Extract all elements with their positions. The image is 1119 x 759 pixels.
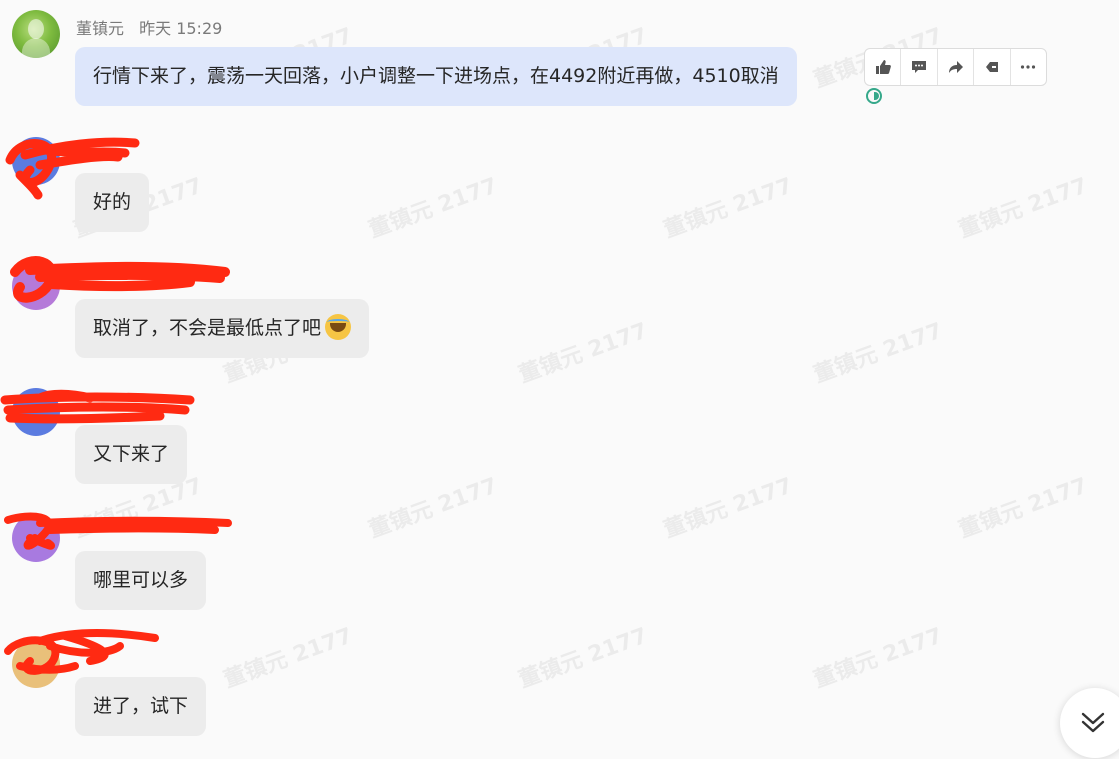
read-status-icon[interactable] (866, 88, 882, 104)
avatar[interactable] (12, 514, 60, 562)
watermark: 董镇元 2177 (515, 318, 651, 389)
watermark: 董镇元 2177 (660, 473, 796, 544)
message-action-bar (864, 48, 1047, 86)
watermark: 董镇元 2177 (515, 623, 651, 694)
message-bubble[interactable]: 取消了，不会是最低点了吧 (75, 299, 370, 358)
thumbs-up-icon[interactable] (865, 49, 902, 85)
double-chevron-down-icon (1081, 712, 1105, 733)
pin-icon[interactable] (974, 49, 1011, 85)
watermark: 董镇元 2177 (810, 623, 946, 694)
message-meta: 董镇元 昨天 15:29 (76, 15, 232, 39)
watermark: 董镇元 2177 (365, 173, 501, 244)
watermark: 董镇元 2177 (955, 473, 1091, 544)
watermark: 董镇元 2177 (810, 318, 946, 389)
scroll-to-bottom-button[interactable] (1060, 688, 1119, 758)
message-bubble[interactable]: 又下来了 (75, 425, 188, 484)
crying-laughing-emoji-icon (325, 314, 352, 340)
comment-icon[interactable] (901, 49, 938, 85)
avatar[interactable] (12, 262, 60, 310)
watermark: 董镇元 2177 (220, 623, 356, 694)
watermark: 董镇元 2177 (365, 473, 501, 544)
message-bubble[interactable]: 行情下来了，震荡一天回落，小户调整一下进场点，在4492附近再做，4510取消 (75, 47, 797, 106)
more-icon[interactable] (1011, 49, 1046, 85)
watermark: 董镇元 2177 (955, 173, 1091, 244)
avatar[interactable] (12, 10, 60, 58)
message-time: 昨天 15:29 (139, 19, 223, 38)
message-bubble[interactable]: 进了，试下 (75, 677, 207, 736)
sender-name[interactable]: 董镇元 (76, 19, 124, 38)
message-bubble[interactable]: 好的 (75, 173, 150, 232)
watermark: 董镇元 2177 (660, 173, 796, 244)
message-text: 取消了，不会是最低点了吧 (93, 317, 322, 339)
message-bubble[interactable]: 哪里可以多 (75, 551, 207, 610)
avatar[interactable] (12, 137, 60, 185)
avatar[interactable] (12, 388, 60, 436)
avatar[interactable] (12, 640, 60, 688)
forward-icon[interactable] (938, 49, 975, 85)
watermark-layer: 董镇元 2177 董镇元 2177 董镇元 2177 董镇元 2177 董镇元 … (0, 0, 1119, 759)
